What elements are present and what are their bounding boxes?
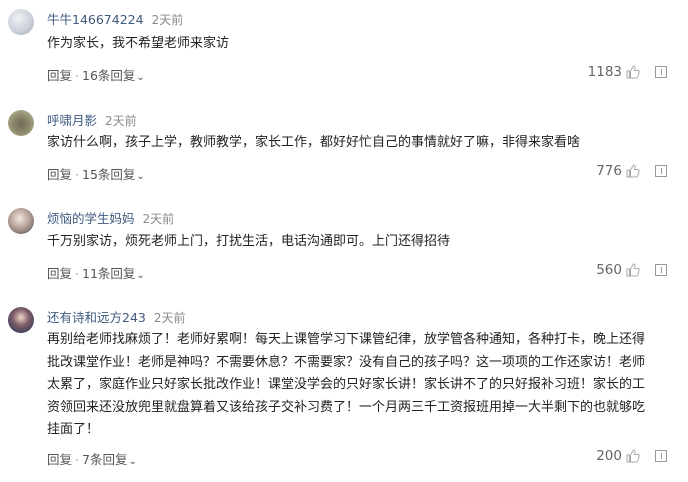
username[interactable]: 牛牛146674224 2天前 <box>47 9 183 28</box>
avatar[interactable] <box>8 208 34 234</box>
username[interactable]: 呼啸月影 2天前 <box>47 110 137 129</box>
reply-button[interactable]: 回复 <box>47 452 72 467</box>
comment-actions: 回复 · 15条回复⌄ <box>47 164 145 183</box>
report-icon[interactable] <box>655 165 667 177</box>
comment-actions: 回复 · 16条回复⌄ <box>47 65 145 84</box>
thumbs-up-icon[interactable] <box>626 65 640 79</box>
report-icon[interactable] <box>655 450 667 462</box>
comment-text: 作为家长，我不希望老师来家访 <box>47 36 230 51</box>
username-text[interactable]: 牛牛146674224 <box>47 12 144 27</box>
chevron-down-icon[interactable]: ⌄ <box>136 171 144 182</box>
separator: · <box>75 266 79 281</box>
replies-toggle[interactable]: 16条回复 <box>82 68 135 83</box>
avatar[interactable] <box>8 307 34 333</box>
like-count: 560 <box>596 262 622 278</box>
separator: · <box>75 452 79 467</box>
thumbs-up-icon[interactable] <box>626 164 640 178</box>
chevron-down-icon[interactable]: ⌄ <box>136 270 144 281</box>
chevron-down-icon[interactable]: ⌄ <box>128 456 136 467</box>
username[interactable]: 烦恼的学生妈妈 2天前 <box>47 208 174 227</box>
comment-text: 千万别家访，烦死老师上门，打扰生活，电话沟通即可。上门还得招待 <box>47 234 451 249</box>
thumbs-up-icon[interactable] <box>626 263 640 277</box>
report-icon[interactable] <box>655 264 667 276</box>
reply-button[interactable]: 回复 <box>47 266 72 281</box>
comment-time: 2天前 <box>153 311 186 325</box>
like-count: 776 <box>596 163 622 179</box>
comment-time: 2天前 <box>105 114 137 128</box>
username-text[interactable]: 烦恼的学生妈妈 <box>47 211 135 226</box>
username[interactable]: 还有诗和远方243 2天前 <box>47 307 186 326</box>
replies-toggle[interactable]: 11条回复 <box>82 266 135 281</box>
comment-text: 再别给老师找麻烦了！老师好累啊！每天上课管学习下课管纪律，放学管各种通知，各种打… <box>47 332 646 437</box>
comment-time: 2天前 <box>151 13 184 27</box>
username-text[interactable]: 呼啸月影 <box>47 113 97 128</box>
comment-text: 家访什么啊，孩子上学，教师教学，家长工作，都好好忙自己的事情就好了嘛，非得来家看… <box>47 135 581 150</box>
separator: · <box>75 68 79 83</box>
comment-actions: 回复 · 7条回复⌄ <box>47 449 137 468</box>
report-icon[interactable] <box>655 66 667 78</box>
comment-time: 2天前 <box>142 212 175 226</box>
username-text[interactable]: 还有诗和远方243 <box>47 310 146 325</box>
comment-actions: 回复 · 11条回复⌄ <box>47 263 145 282</box>
chevron-down-icon[interactable]: ⌄ <box>136 72 144 83</box>
like-count: 1183 <box>587 64 622 80</box>
separator: · <box>75 167 79 182</box>
avatar[interactable] <box>8 9 34 35</box>
replies-toggle[interactable]: 7条回复 <box>82 452 127 467</box>
like-count: 200 <box>596 448 622 464</box>
avatar[interactable] <box>8 110 34 136</box>
replies-toggle[interactable]: 15条回复 <box>82 167 135 182</box>
thumbs-up-icon[interactable] <box>626 449 640 463</box>
reply-button[interactable]: 回复 <box>47 167 72 182</box>
reply-button[interactable]: 回复 <box>47 68 72 83</box>
